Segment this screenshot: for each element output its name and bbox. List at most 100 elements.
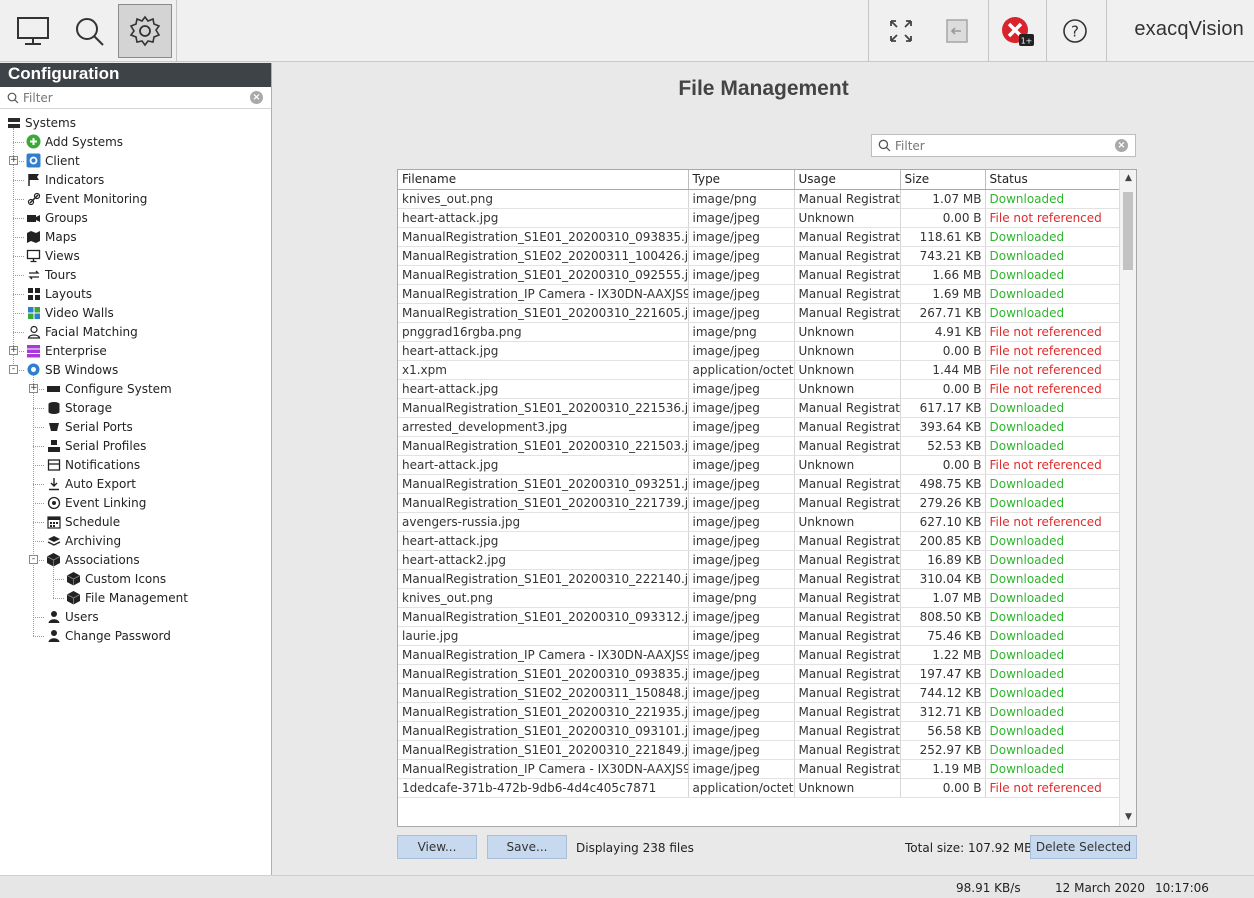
table-row[interactable]: arrested_development3.jpg image/jpeg Manua… [398,417,1121,437]
sidebar-item-change-password[interactable]: Change Password [46,626,171,645]
sidebar-item-groups[interactable]: Groups [26,208,88,227]
sidebar-item-associations[interactable]: Associations [46,550,140,569]
sidebar-item-client[interactable]: Client [26,151,80,170]
sidebar-item-auto-export[interactable]: Auto Export [46,474,136,493]
table-row[interactable]: ManualRegistration_S1E01_20200310_221739… [398,493,1121,513]
sidebar-item-systems[interactable]: Systems [6,113,76,132]
sidebar-item-users[interactable]: Users [46,607,99,626]
table-row[interactable]: ManualRegistration_S1E01_20200310_093835… [398,664,1121,684]
column-header-type[interactable]: Type [688,170,795,190]
column-header-filename[interactable]: Filename [398,170,689,190]
help-circle-icon: ? [1063,19,1087,43]
expand-icon[interactable]: + [9,346,18,355]
sidebar-item-sb-windows[interactable]: SB Windows [26,360,118,379]
table-row[interactable]: heart-attack.jpg image/jpeg Unknown 0.00 BF… [398,379,1121,399]
delete-selected-button[interactable]: Delete Selected [1030,835,1137,859]
table-row[interactable]: x1.xpm application/octet- Unknown 1.44 MB Fi… [398,360,1121,380]
sidebar-item-facial-matching[interactable]: Facial Matching [26,322,138,341]
table-row[interactable]: ManualRegistration_S1E01_20200310_221935… [398,702,1121,722]
sidebar-item-notifications[interactable]: Notifications [46,455,140,474]
cell-type: image/jpeg [688,607,795,627]
sidebar-item-configure-system[interactable]: Configure System [46,379,172,398]
sidebar-filter-input[interactable] [23,90,223,105]
clear-filter-icon[interactable]: × [250,91,263,104]
table-row[interactable]: pnggrad16rgba.png image/png Unknown 4.91 KB… [398,322,1121,342]
table-row[interactable]: ManualRegistration_IP Camera - IX30DN-AA… [398,645,1121,665]
file-filter-input[interactable] [895,138,1095,153]
exit-button[interactable] [930,4,984,58]
sidebar-item-label: Groups [45,210,88,225]
table-vertical-scrollbar[interactable]: ▲ ▼ [1119,170,1136,826]
table-row[interactable]: ManualRegistration_IP Camera - IX30DN-AA… [398,284,1121,304]
expand-icon[interactable]: + [29,384,38,393]
sidebar-item-layouts[interactable]: Layouts [26,284,92,303]
sidebar-item-add-systems[interactable]: Add Systems [26,132,123,151]
table-row[interactable]: ManualRegistration_S1E01_20200310_093835… [398,227,1121,247]
sidebar-item-custom-icons[interactable]: Custom Icons [66,569,166,588]
fullscreen-button[interactable] [874,4,928,58]
table-row[interactable]: ManualRegistration_S1E01_20200310_093251… [398,474,1121,494]
column-header-status[interactable]: Status [985,170,1121,190]
sidebar-item-schedule[interactable]: Schedule [46,512,120,531]
column-header-usage[interactable]: Usage [794,170,901,190]
alerts-button[interactable]: 1+ [990,4,1044,58]
sidebar-item-event-linking[interactable]: Event Linking [46,493,146,512]
sidebar-item-archiving[interactable]: Archiving [46,531,121,550]
scroll-up-icon[interactable]: ▲ [1120,170,1136,187]
table-row[interactable]: heart-attack2.jpg image/jpeg Manual Regist… [398,550,1121,570]
sidebar-item-maps[interactable]: Maps [26,227,77,246]
sidebar-item-file-management[interactable]: File Management [66,588,188,607]
table-row[interactable]: ManualRegistration_S1E01_20200310_221536… [398,398,1121,418]
sidebar-item-views[interactable]: Views [26,246,80,265]
save-button[interactable]: Save... [487,835,567,859]
table-row[interactable]: knives_out.png image/png Manual Registrati… [398,588,1121,608]
cell-size: 200.85 KB [900,531,986,551]
sidebar-item-label: Tours [45,267,77,282]
sidebar-item-label: Serial Profiles [65,438,147,453]
sidebar-item-video-walls[interactable]: Video Walls [26,303,114,322]
groups-icon [26,210,41,225]
table-row[interactable]: ManualRegistration_S1E01_20200310_092555… [398,265,1121,285]
help-button[interactable]: ? [1048,4,1102,58]
clear-file-filter-icon[interactable]: × [1115,139,1128,152]
table-row[interactable]: ManualRegistration_IP Camera - IX30DN-AA… [398,759,1121,779]
table-row[interactable]: heart-attack.jpg image/jpeg Unknown 0.00 BF… [398,455,1121,475]
cell-status: Downloaded [985,531,1121,551]
search-button[interactable] [62,4,116,58]
table-row[interactable]: ManualRegistration_S1E01_20200310_221503… [398,436,1121,456]
sidebar-item-storage[interactable]: Storage [46,398,112,417]
table-row[interactable]: knives_out.png image/png Manual Registrati… [398,189,1121,209]
sidebar-item-tours[interactable]: Tours [26,265,76,284]
table-row[interactable]: heart-attack.jpg image/jpeg Unknown 0.00 BF… [398,341,1121,361]
sidebar-item-event-monitoring[interactable]: Event Monitoring [26,189,147,208]
sidebar-item-serial-ports[interactable]: Serial Ports [46,417,133,436]
table-row[interactable]: laurie.jpg image/jpeg Manual Registratic 75… [398,626,1121,646]
collapse-icon[interactable]: - [29,555,38,564]
scroll-down-icon[interactable]: ▼ [1120,809,1136,826]
table-row[interactable]: ManualRegistration_S1E01_20200310_222140… [398,569,1121,589]
view-button[interactable]: View... [397,835,477,859]
table-row[interactable]: ManualRegistration_S1E01_20200310_093312… [398,607,1121,627]
table-row[interactable]: ManualRegistration_S1E02_20200311_100426… [398,246,1121,266]
cell-filename: pnggrad16rgba.png [398,322,689,342]
sidebar-item-serial-profiles[interactable]: Serial Profiles [46,436,146,455]
table-row[interactable]: ManualRegistration_S1E01_20200310_093101… [398,721,1121,741]
sidebar-item-enterprise[interactable]: Enterprise [26,341,107,360]
table-row[interactable]: heart-attack.jpg image/jpeg Unknown 0.00 BF… [398,208,1121,228]
column-header-size[interactable]: Size [900,170,986,190]
scrollbar-thumb[interactable] [1123,192,1133,270]
table-row[interactable]: 1dedcafe-371b-472b-9db6-4d4c405c7871 appl… [398,778,1121,798]
configuration-button[interactable] [118,4,172,58]
page-title: File Management [678,77,849,100]
table-row[interactable]: ManualRegistration_S1E01_20200310_221605… [398,303,1121,323]
live-view-button[interactable] [6,4,60,58]
table-row[interactable]: avengers-russia.jpg image/jpeg Unknown 627.… [398,512,1121,532]
table-row[interactable]: ManualRegistration_S1E02_20200311_150848… [398,683,1121,703]
expand-icon[interactable]: + [9,156,18,165]
cell-type: image/jpeg [688,645,795,665]
table-row[interactable]: heart-attack.jpg image/jpeg Manual Registr… [398,531,1121,551]
cell-status: Downloaded [985,550,1121,570]
table-row[interactable]: ManualRegistration_S1E01_20200310_221849… [398,740,1121,760]
collapse-icon[interactable]: - [9,365,18,374]
sidebar-item-indicators[interactable]: Indicators [26,170,104,189]
